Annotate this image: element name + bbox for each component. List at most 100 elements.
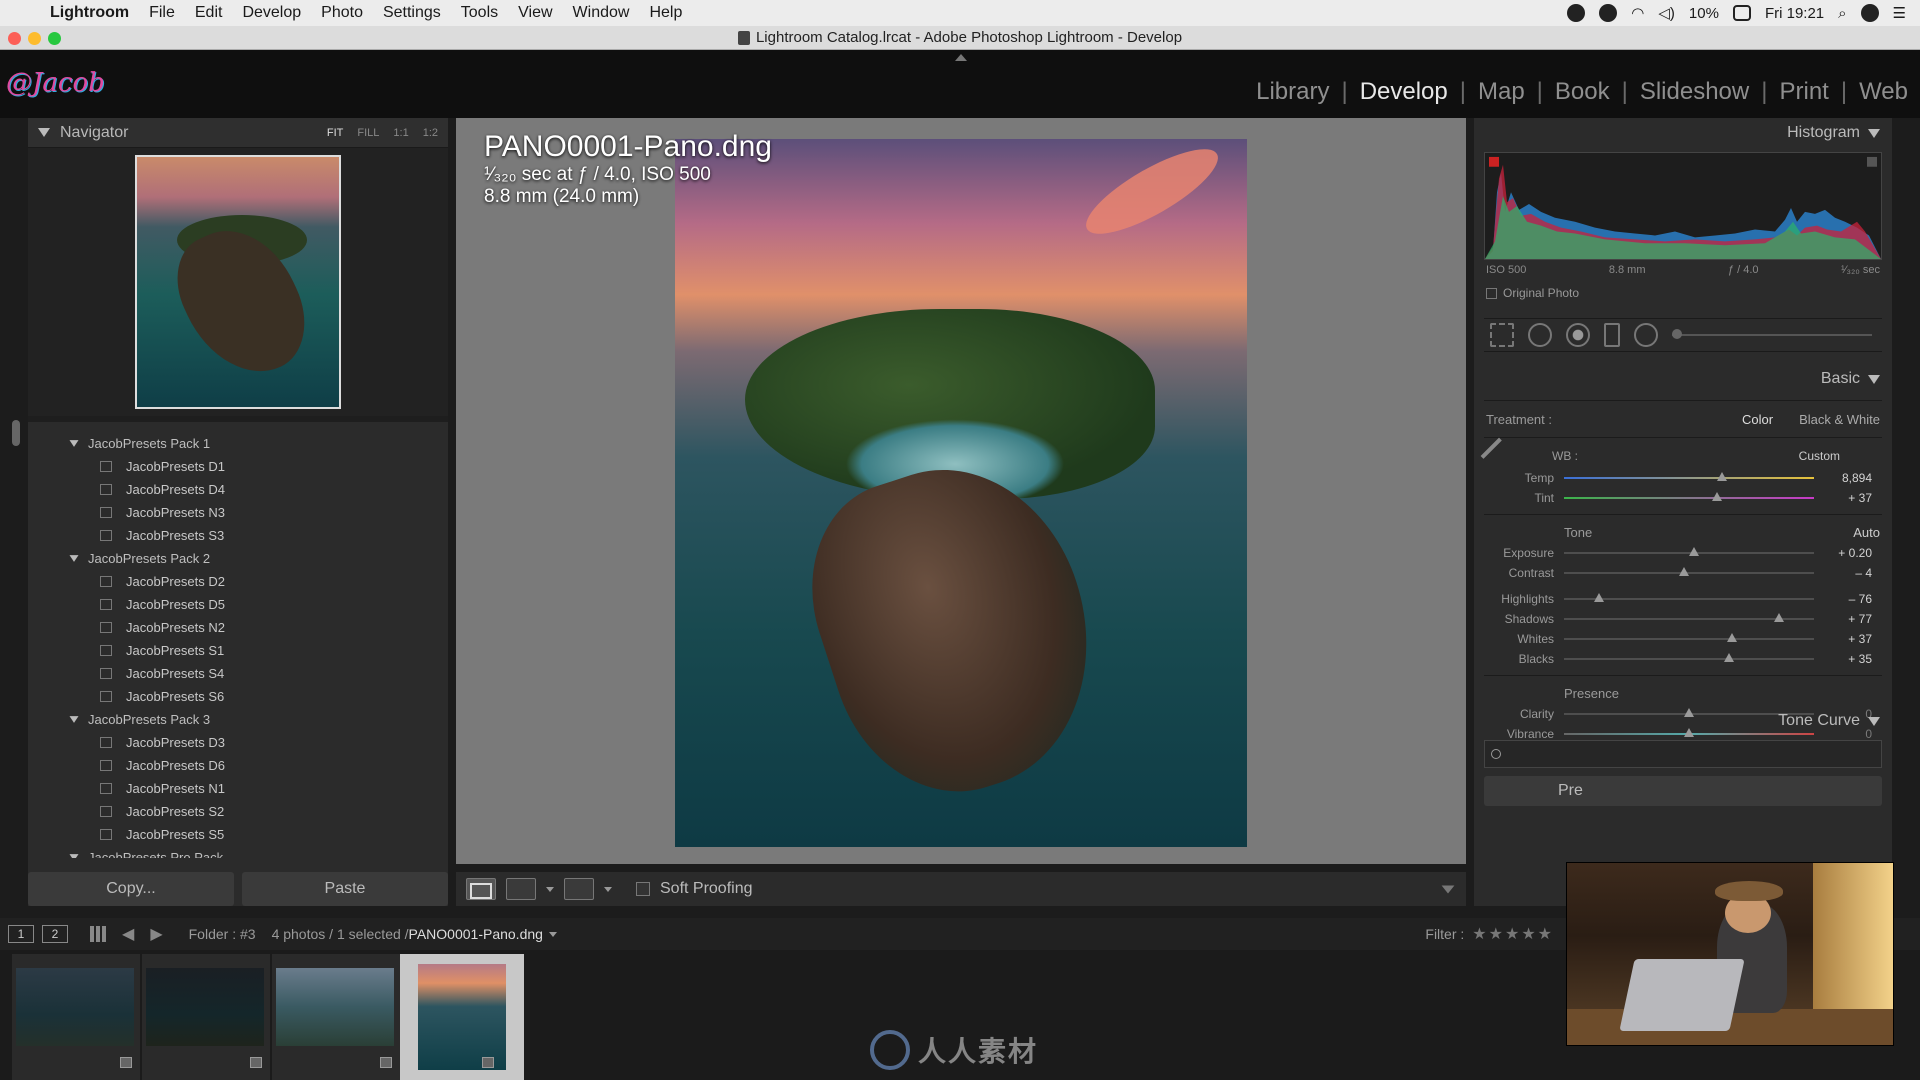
notification-center-icon[interactable]: ☰ [1893,4,1906,22]
preset-item[interactable]: JacobPresets S6 [28,685,448,708]
swap-dropdown-icon[interactable] [604,886,612,892]
preset-group[interactable]: JacobPresets Pack 2 [28,547,448,570]
tone-curve-header[interactable]: Tone Curve [1474,706,1892,736]
crop-overlay-icon[interactable] [1490,323,1514,347]
temp-slider[interactable] [1564,472,1814,481]
preset-item[interactable]: JacobPresets S3 [28,524,448,547]
paste-button[interactable]: Paste [242,872,448,906]
collapse-basic-icon[interactable] [1868,374,1880,384]
window-1-button[interactable]: 1 [8,925,34,943]
clock[interactable]: Fri 19:21 [1765,5,1824,22]
preset-item[interactable]: JacobPresets D5 [28,593,448,616]
soft-proofing-checkbox[interactable] [636,882,650,896]
preset-item[interactable]: JacobPresets N3 [28,501,448,524]
folder-label[interactable]: Folder : #3 [189,926,256,942]
left-panel-scrollbar[interactable] [12,420,20,446]
disclosure-triangle-icon[interactable] [69,440,79,447]
module-web[interactable]: Web [1847,78,1920,106]
radial-filter-icon[interactable] [1634,323,1658,347]
disclosure-triangle-icon[interactable] [69,854,79,858]
module-print[interactable]: Print [1767,78,1840,106]
zoom-1-2[interactable]: 1:2 [423,127,438,139]
filename-dropdown-icon[interactable] [548,931,557,937]
selected-filename[interactable]: PANO0001-Pano.dng [409,926,543,942]
star-rating-filter[interactable]: ★★★★★ [1472,924,1554,944]
original-photo-toggle[interactable]: Original Photo [1486,286,1880,300]
slider-knob[interactable] [1689,547,1699,556]
filmstrip-thumb-4-selected[interactable] [400,954,524,1080]
preset-item[interactable]: JacobPresets D3 [28,731,448,754]
histogram-graph[interactable] [1484,152,1882,260]
zoom-1-1[interactable]: 1:1 [393,127,408,139]
menu-app-name[interactable]: Lightroom [42,4,139,22]
slider-knob[interactable] [1774,613,1784,622]
preset-item[interactable]: JacobPresets S4 [28,662,448,685]
preset-item[interactable]: JacobPresets D6 [28,754,448,777]
targeted-adjustment-icon[interactable] [1491,749,1501,759]
main-photo[interactable] [675,139,1247,847]
maximize-window-button[interactable] [48,32,61,45]
preset-item[interactable]: JacobPresets S1 [28,639,448,662]
collapse-tone-curve-icon[interactable] [1868,716,1880,726]
preset-group[interactable]: JacobPresets Pack 3 [28,708,448,731]
slider-knob[interactable] [1726,633,1737,642]
previous-button[interactable]: Pre [1484,776,1882,806]
spotlight-search-icon[interactable]: ⌕ [1838,5,1846,22]
disclosure-triangle-icon[interactable] [69,555,79,562]
slider-value[interactable]: + 77 [1814,612,1872,626]
filmstrip-thumb-2[interactable] [142,954,270,1080]
menu-help[interactable]: Help [639,4,692,22]
image-view[interactable]: PANO0001-Pano.dng ¹⁄₃₂₀ sec at ƒ / 4.0, … [456,118,1466,864]
loupe-view-button[interactable] [466,878,496,900]
preset-item[interactable]: JacobPresets D2 [28,570,448,593]
slider-knob[interactable] [1594,593,1604,602]
preset-item[interactable]: JacobPresets D4 [28,478,448,501]
tint-slider[interactable] [1564,492,1814,501]
battery-icon[interactable] [1732,5,1751,21]
preset-group[interactable]: JacobPresets Pro Pack [28,846,448,858]
before-after-button[interactable] [506,878,536,900]
toolbar-options-icon[interactable] [1441,885,1455,893]
slider-value[interactable]: – 4 [1814,566,1872,580]
copy-button[interactable]: Copy... [28,872,234,906]
record-icon[interactable] [1567,4,1586,22]
treatment-color-option[interactable]: Color [1742,412,1773,427]
temp-value[interactable]: 8,894 [1814,471,1872,485]
module-book[interactable]: Book [1543,78,1622,106]
collapse-navigator-icon[interactable] [38,128,50,137]
window-2-button[interactable]: 2 [42,925,68,943]
preset-item[interactable]: JacobPresets S2 [28,800,448,823]
basic-header[interactable]: Basic [1474,364,1892,394]
red-eye-icon[interactable] [1566,323,1590,347]
grid-view-icon[interactable] [90,926,106,942]
adjustment-brush-slider[interactable] [1672,329,1872,339]
slider-track[interactable] [1564,613,1814,622]
menu-settings[interactable]: Settings [373,4,451,22]
tone-auto-button[interactable]: Auto [1853,525,1880,540]
original-photo-checkbox[interactable] [1486,287,1497,299]
collapse-top-panel-icon[interactable] [955,54,967,61]
shadow-clipping-indicator[interactable] [1489,156,1499,167]
back-arrow-icon[interactable]: ◀ [122,924,134,944]
navigator-preview[interactable] [28,148,448,422]
wb-preset-select[interactable]: Custom [1799,449,1840,463]
spot-removal-icon[interactable] [1528,323,1552,347]
treatment-bw-option[interactable]: Black & White [1799,412,1880,427]
filmstrip-thumb-3[interactable] [272,954,400,1080]
slider-value[interactable]: + 0.20 [1814,546,1872,560]
navigator-thumbnail[interactable] [135,155,341,409]
slider-track[interactable] [1564,547,1814,556]
tint-value[interactable]: + 37 [1814,491,1872,505]
tint-slider-knob[interactable] [1711,492,1722,501]
filmstrip-thumb-1[interactable] [12,954,140,1080]
before-after-swap-button[interactable] [564,878,594,900]
menu-photo[interactable]: Photo [311,4,373,22]
preset-group[interactable]: JacobPresets Pack 1 [28,432,448,455]
slider-knob[interactable] [1724,653,1734,662]
forward-arrow-icon[interactable]: ▶ [150,924,162,944]
preset-item[interactable]: JacobPresets D1 [28,455,448,478]
module-library[interactable]: Library [1244,78,1341,106]
slider-value[interactable]: + 37 [1814,632,1872,646]
zoom-fit[interactable]: FIT [327,127,344,139]
minimize-window-button[interactable] [28,32,41,45]
